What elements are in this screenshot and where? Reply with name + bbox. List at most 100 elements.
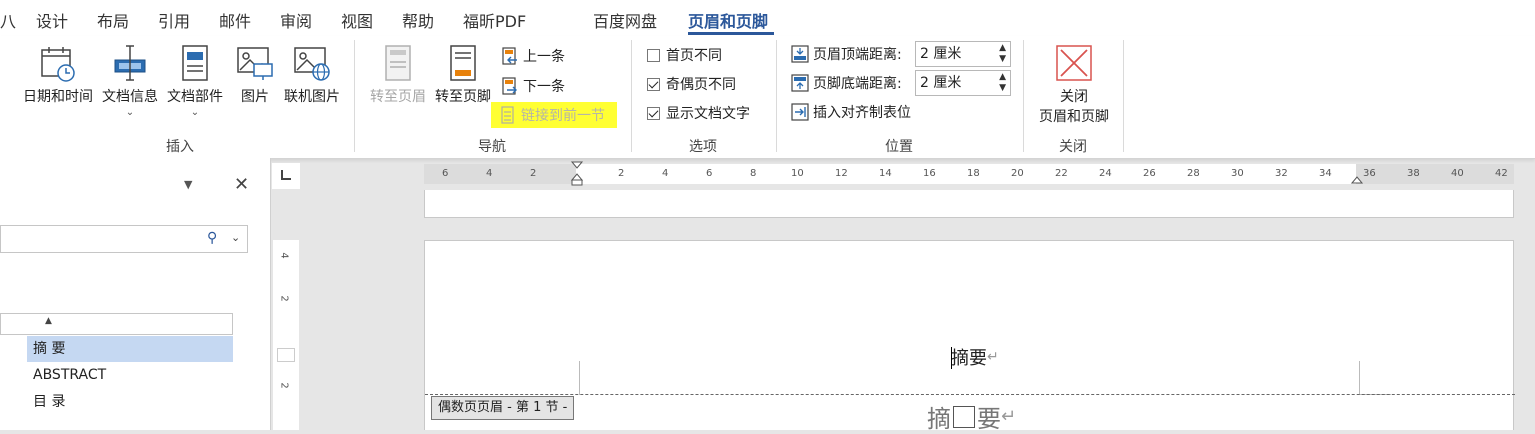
picture-button[interactable]: 图片 — [234, 44, 276, 106]
header-from-top-control: 页眉顶端距离: — [791, 44, 902, 64]
date-time-button[interactable]: 日期和时间 — [20, 44, 96, 106]
ribbon-tab-bar: 八 设计 布局 引用 邮件 审阅 视图 帮助 福昕PDF 百度网盘 页眉和页脚 — [0, 0, 1535, 36]
ruler-tick-label: 26 — [1143, 168, 1156, 179]
show-document-text-checkbox[interactable]: 显示文档文字 — [647, 103, 750, 123]
tab-baidu-netdisk[interactable]: 百度网盘 — [593, 8, 657, 32]
goto-footer-button[interactable]: 转至页脚 — [432, 44, 494, 106]
collapse-up-icon[interactable]: ▲ — [45, 316, 52, 326]
chevron-down-icon[interactable]: ⌄ — [231, 231, 240, 244]
insert-align-tab-label: 插入对齐制表位 — [813, 105, 911, 121]
search-icon[interactable]: ⚲ — [207, 230, 217, 246]
body-text-part: 要 — [977, 405, 1001, 433]
spinner-arrows-icon[interactable]: ▲ ▼ — [999, 43, 1006, 65]
tab-design[interactable]: 设计 — [36, 8, 68, 32]
goto-footer-label: 转至页脚 — [435, 89, 491, 105]
doc-parts-button[interactable]: 文档部件 ⌄ — [164, 44, 226, 118]
header-section-tag[interactable]: 偶数页页眉 - 第 1 节 - — [431, 396, 575, 420]
nav-heading-item[interactable]: ABSTRACT — [27, 362, 233, 388]
group-separator — [1123, 40, 1124, 152]
close-label-line2: 页眉和页脚 — [1039, 109, 1109, 125]
tab-review[interactable]: 审阅 — [280, 8, 312, 32]
footer-from-bottom-label: 页脚底端距离: — [813, 76, 902, 92]
ruler-tick-label: 42 — [1495, 168, 1508, 179]
tab-selector[interactable] — [272, 163, 300, 189]
show-document-text-label: 显示文档文字 — [666, 106, 750, 122]
ribbon: 日期和时间 文档信息 ⌄ 文档部件 ⌄ 图片 联机图片 插入 转至页眉 转至页脚… — [0, 36, 1535, 159]
footer-from-bottom-spinner[interactable]: 2 厘米 ▲ ▼ — [915, 70, 1011, 96]
tab-header-footer[interactable]: 页眉和页脚 — [688, 8, 768, 32]
nav-collapse-bar[interactable]: ▲ — [0, 313, 233, 335]
close-header-footer-button[interactable]: 关闭 页眉和页脚 — [1034, 44, 1114, 126]
previous-button[interactable]: 上一条 — [501, 46, 565, 66]
tab-view[interactable]: 视图 — [341, 8, 373, 32]
ruler-tick-label: 4 — [662, 168, 669, 179]
spinner-arrows-icon[interactable]: ▲ ▼ — [999, 72, 1006, 94]
different-odd-even-checkbox[interactable]: 奇偶页不同 — [647, 74, 736, 94]
margin-corner-mark — [1359, 361, 1360, 395]
different-first-page-label: 首页不同 — [666, 48, 722, 64]
pane-options-dropdown-icon[interactable]: ▼ — [184, 178, 192, 191]
nav-heading-item[interactable]: 摘 要 — [27, 336, 233, 362]
goto-header-button[interactable]: 转至页眉 — [367, 44, 429, 106]
ruler-tick-label: 28 — [1187, 168, 1200, 179]
body-text[interactable]: 摘 要 ↵ — [927, 399, 1016, 434]
doc-parts-icon — [176, 44, 214, 82]
next-icon — [501, 77, 519, 95]
doc-info-button[interactable]: 文档信息 ⌄ — [99, 44, 161, 118]
ruler-tick-label: 20 — [1011, 168, 1024, 179]
header-content[interactable]: 摘要 ↵ — [951, 345, 999, 369]
ruler-tick-label: 4 — [278, 252, 290, 259]
ruler-tick-label: 12 — [835, 168, 848, 179]
tab-references[interactable]: 引用 — [158, 8, 190, 32]
ruler-tick-label: 2 — [278, 295, 290, 302]
header-from-top-label: 页眉顶端距离: — [813, 47, 902, 63]
indent-marker-icon[interactable] — [570, 161, 584, 187]
nav-search-input[interactable]: ⚲ ⌄ — [0, 225, 248, 253]
ruler-tick-label: 2 — [618, 168, 625, 179]
different-odd-even-label: 奇偶页不同 — [666, 77, 736, 93]
calendar-clock-icon — [39, 44, 77, 82]
tab-help[interactable]: 帮助 — [402, 8, 434, 32]
horizontal-ruler[interactable]: 6 4 2 2 4 6 8 10 12 14 16 18 20 22 24 26… — [424, 161, 1514, 187]
nav-heading-item[interactable]: 目 录 — [27, 389, 233, 415]
ruler-tick-label: 2 — [278, 382, 290, 389]
header-text: 摘要 — [951, 348, 987, 369]
ruler-tick-label: 16 — [923, 168, 936, 179]
header-from-top-spinner[interactable]: 2 厘米 ▲ ▼ — [915, 41, 1011, 67]
tab-partial[interactable]: 八 — [0, 8, 16, 32]
vertical-ruler[interactable]: 4 2 2 — [273, 240, 299, 430]
next-button[interactable]: 下一条 — [501, 76, 565, 96]
goto-header-label: 转至页眉 — [370, 89, 426, 105]
active-tab-indicator — [688, 32, 774, 35]
checkbox-checked — [647, 106, 660, 120]
insert-align-tab-button[interactable]: 插入对齐制表位 — [791, 102, 911, 122]
margin-corner-mark — [579, 361, 580, 395]
paragraph-mark-icon: ↵ — [987, 349, 999, 365]
ruler-tick-label: 18 — [967, 168, 980, 179]
ruler-tick-label: 4 — [486, 168, 493, 179]
tab-foxit-pdf[interactable]: 福昕PDF — [463, 8, 526, 32]
tab-mailings[interactable]: 邮件 — [219, 8, 251, 32]
previous-label: 上一条 — [523, 49, 565, 65]
ruler-cursor-marker — [277, 348, 295, 362]
header-from-top-value: 2 厘米 — [920, 46, 962, 62]
footer-from-bottom-control: 页脚底端距离: — [791, 73, 902, 93]
group-separator — [354, 40, 355, 152]
link-to-previous-label: 链接到前一节 — [521, 108, 605, 124]
ruler-tick-label: 34 — [1319, 168, 1332, 179]
group-label-close: 关闭 — [1059, 139, 1087, 155]
online-picture-button[interactable]: 联机图片 — [281, 44, 343, 106]
ruler-right-margin — [1356, 164, 1514, 184]
goto-header-icon — [379, 44, 417, 82]
close-label-line1: 关闭 — [1060, 89, 1088, 105]
different-first-page-checkbox[interactable]: 首页不同 — [647, 45, 722, 65]
link-to-previous-button[interactable]: 链接到前一节 — [491, 102, 617, 128]
group-label-insert: 插入 — [166, 139, 194, 155]
ruler-tick-label: 22 — [1055, 168, 1068, 179]
picture-label: 图片 — [241, 89, 269, 105]
tab-layout[interactable]: 布局 — [97, 8, 129, 32]
ruler-tick-label: 24 — [1099, 168, 1112, 179]
checkbox-unchecked — [647, 48, 660, 62]
close-icon[interactable]: ✕ — [234, 174, 249, 195]
right-indent-marker-icon[interactable] — [1350, 174, 1364, 184]
